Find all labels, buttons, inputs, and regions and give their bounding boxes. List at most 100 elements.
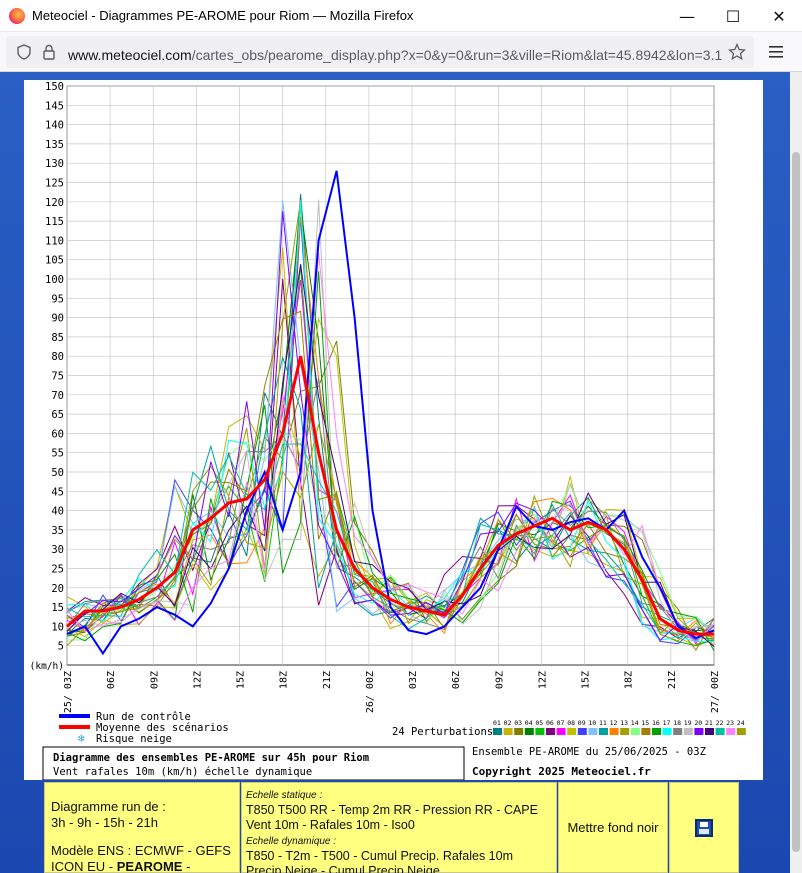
static-links-1[interactable]: T850 T500 RR - Temp 2m RR - Pression RR … <box>246 803 552 818</box>
y-tick-label: 30 <box>51 544 64 556</box>
y-tick-label: 65 <box>51 409 64 421</box>
x-tick-label: 06Z <box>451 671 462 689</box>
pert-swatch <box>524 728 534 735</box>
y-tick-label: 15 <box>51 602 64 614</box>
y-tick-label: 105 <box>45 255 64 267</box>
pert-number: 16 <box>652 719 660 727</box>
x-tick-label: 12Z <box>537 671 548 689</box>
pert-swatch <box>630 728 640 735</box>
dark-mode-button[interactable]: Mettre fond noir <box>558 782 668 873</box>
y-tick-label: 85 <box>51 332 64 344</box>
legend-snow-label: Risque neige <box>96 733 172 745</box>
dynamic-links-2[interactable]: Precip Neige - Cumul Precip Neige <box>246 864 552 873</box>
y-tick-label: 95 <box>51 293 64 305</box>
x-tick-label: 26/ 00Z <box>365 671 376 713</box>
pert-swatch <box>588 728 598 735</box>
close-button[interactable]: ✕ <box>756 0 802 32</box>
scrollbar-thumb[interactable] <box>792 152 800 852</box>
x-tick-label: 21Z <box>322 671 333 689</box>
y-tick-label: 140 <box>45 120 64 132</box>
y-tick-label: 40 <box>51 506 64 518</box>
pert-swatch <box>683 728 693 735</box>
pert-swatch <box>556 728 566 735</box>
lock-icon[interactable] <box>42 44 56 60</box>
ens-links-1[interactable]: ECMWF - GEFS <box>135 843 231 858</box>
run-hours-links[interactable]: 3h - 9h - 15h - 21h <box>51 815 233 831</box>
floppy-disk-icon[interactable] <box>695 818 713 837</box>
x-tick-label: 18Z <box>279 671 290 689</box>
y-tick-label: 50 <box>51 467 64 479</box>
x-tick-label: 03Z <box>408 671 419 689</box>
run-selection-cell: Diagramme run de : 3h - 9h - 15h - 21h M… <box>44 782 240 873</box>
pert-number: 23 <box>726 719 734 727</box>
x-tick-label: 12Z <box>192 671 203 689</box>
legend-perturbations-label: 24 Perturbations <box>392 726 493 738</box>
pert-number: 09 <box>578 719 586 727</box>
pert-swatch <box>694 728 704 735</box>
y-axis-label: (km/h) <box>30 661 64 672</box>
x-tick-label: 27/ 00Z <box>710 671 721 713</box>
pert-swatch <box>652 728 661 735</box>
y-tick-label: 125 <box>45 178 64 190</box>
pert-swatch <box>493 728 502 735</box>
static-scale-label: Echelle statique : <box>246 790 323 801</box>
y-tick-label: 80 <box>51 351 64 363</box>
pert-number: 11 <box>599 719 607 727</box>
pert-swatch <box>567 728 577 735</box>
pert-swatch <box>715 728 725 735</box>
url-text[interactable]: www.meteociel.com/cartes_obs/pearome_dis… <box>68 47 728 63</box>
bookmark-star-icon[interactable] <box>728 43 746 61</box>
pert-swatch <box>599 728 608 735</box>
snowflake-icon: ❄ <box>78 732 85 745</box>
pert-number: 04 <box>525 719 533 727</box>
dynamic-links-1[interactable]: T850 - T2m - T500 - Cumul Precip. Rafale… <box>246 849 552 864</box>
pert-number: 10 <box>588 719 596 727</box>
pert-number: 17 <box>663 719 671 727</box>
pert-swatch <box>705 728 714 735</box>
x-tick-label: 09Z <box>494 671 505 689</box>
y-tick-label: 45 <box>51 486 64 498</box>
y-tick-label: 130 <box>45 158 64 170</box>
chart-subtitle: Vent rafales 10m (km/h) échelle dynamiqu… <box>53 766 312 778</box>
y-tick-label: 70 <box>51 390 64 402</box>
x-tick-label: 18Z <box>624 671 635 689</box>
firefox-icon <box>9 8 25 24</box>
pert-number: 07 <box>557 719 565 727</box>
pert-swatch <box>577 728 587 735</box>
pert-number: 22 <box>716 719 724 727</box>
static-links-2[interactable]: Vent 10m - Rafales 10m - Iso0 <box>246 818 552 833</box>
y-tick-label: 75 <box>51 371 64 383</box>
pert-number: 19 <box>684 719 692 727</box>
chart-title: Diagramme des ensembles PE-AROME sur 45h… <box>53 752 369 764</box>
save-button[interactable] <box>669 782 739 873</box>
pert-number: 03 <box>514 719 522 727</box>
pert-swatch <box>673 728 683 735</box>
scrollbar[interactable] <box>790 72 802 873</box>
y-tick-label: 115 <box>45 216 64 228</box>
pert-swatch <box>503 728 513 735</box>
y-tick-label: 90 <box>51 313 64 325</box>
pert-number: 13 <box>620 719 628 727</box>
menu-icon[interactable] <box>768 44 784 60</box>
pert-number: 21 <box>705 719 713 727</box>
pert-number: 02 <box>504 719 512 727</box>
pert-swatch <box>726 728 736 735</box>
maximize-button[interactable]: ☐ <box>710 0 756 32</box>
pert-number: 24 <box>737 719 745 727</box>
y-tick-label: 120 <box>45 197 64 209</box>
y-tick-label: 150 <box>45 81 64 93</box>
ens-link-icon-eu[interactable]: ICON EU - <box>51 859 117 873</box>
url-bar[interactable]: www.meteociel.com/cartes_obs/pearome_dis… <box>6 36 754 68</box>
pert-number: 15 <box>641 719 649 727</box>
chart-svg: 5101520253035404550556065707580859095100… <box>30 81 746 780</box>
ens-link-pearome[interactable]: PEAROME <box>117 859 183 873</box>
ensemble-chart: 5 10 15 20 25 30 35 40 45 50 55 60 65 70 75 80 85 90 95 100… <box>24 80 763 780</box>
shield-icon[interactable] <box>16 44 32 60</box>
y-tick-label: 55 <box>51 448 64 460</box>
minimize-button[interactable]: — <box>664 0 710 32</box>
pert-number: 14 <box>631 719 639 727</box>
x-tick-label: 09Z <box>149 671 160 689</box>
pert-number: 01 <box>493 719 501 727</box>
window-title: Meteociel - Diagrammes PE-AROME pour Rio… <box>32 8 414 23</box>
navigation-bar: www.meteociel.com/cartes_obs/pearome_dis… <box>0 32 802 72</box>
